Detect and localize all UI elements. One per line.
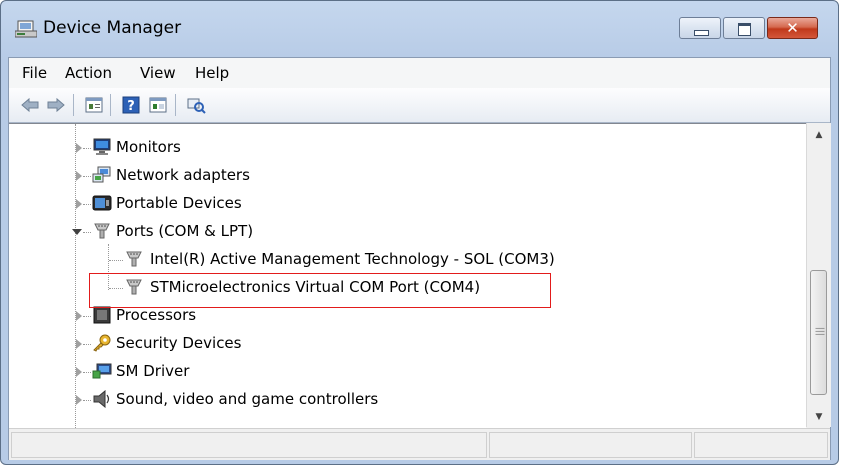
tree-item-label: Security Devices	[116, 334, 242, 352]
maximize-button[interactable]	[723, 17, 765, 39]
tree-item-label: Sound, video and game controllers	[116, 390, 379, 408]
status-pane	[694, 432, 828, 458]
tree-connector-line	[83, 232, 91, 233]
tree-connector-line	[83, 344, 91, 345]
svg-text:?: ?	[127, 99, 135, 114]
tree-item-portable-devices[interactable]: Portable Devices	[9, 190, 806, 218]
toolbar-separator	[73, 94, 74, 116]
expand-arrow-icon[interactable]	[76, 311, 82, 321]
toolbar: ?	[9, 88, 830, 123]
annotation-highlight-box	[89, 273, 551, 308]
expand-arrow-icon[interactable]	[76, 339, 82, 349]
title-bar[interactable]: Device Manager ✕	[1, 1, 838, 51]
close-button[interactable]: ✕	[767, 17, 818, 39]
menu-action[interactable]: Action	[65, 64, 112, 82]
tree-connector-line	[109, 260, 123, 261]
scroll-up-button[interactable]: ▲	[807, 125, 831, 145]
status-pane	[489, 432, 692, 458]
client-area: File Action View Help ? Monitors Network…	[8, 57, 831, 460]
expand-arrow-icon[interactable]	[76, 143, 82, 153]
back-arrow-icon[interactable]	[20, 95, 40, 115]
tree-item-label: SM Driver	[116, 362, 190, 380]
status-bar	[9, 428, 830, 460]
window-title: Device Manager	[43, 18, 182, 38]
menu-view[interactable]: View	[140, 64, 176, 82]
security-key-icon	[93, 334, 111, 352]
minimize-icon	[694, 30, 709, 36]
update-driver-icon[interactable]	[148, 95, 168, 115]
tree-item-label: Ports (COM & LPT)	[116, 222, 254, 240]
tree-item-network-adapters[interactable]: Network adapters	[9, 162, 806, 190]
collapse-arrow-icon[interactable]	[72, 229, 82, 235]
vertical-scrollbar[interactable]: ▲ — — — ▼	[806, 123, 831, 427]
menu-file[interactable]: File	[22, 64, 47, 82]
tree-connector-line	[83, 316, 91, 317]
grip-icon: — — —	[815, 323, 825, 340]
device-manager-icon	[15, 20, 37, 38]
scan-hardware-icon[interactable]	[186, 95, 206, 115]
menu-help[interactable]: Help	[195, 64, 229, 82]
sm-driver-icon	[92, 363, 112, 379]
status-pane	[11, 432, 487, 458]
network-adapter-icon	[92, 166, 111, 183]
tree-item-security-devices[interactable]: Security Devices	[9, 330, 806, 358]
tree-item-label: Processors	[116, 306, 197, 324]
expand-arrow-icon[interactable]	[76, 367, 82, 377]
minimize-button[interactable]	[679, 17, 721, 39]
expand-arrow-icon[interactable]	[76, 199, 82, 209]
toolbar-separator	[175, 94, 176, 116]
tree-item-monitors[interactable]: Monitors	[9, 134, 806, 162]
expand-arrow-icon[interactable]	[76, 171, 82, 181]
properties-icon[interactable]	[84, 95, 104, 115]
tree-item-label: Portable Devices	[116, 194, 242, 212]
tree-item-ports-com-lpt[interactable]: Ports (COM & LPT)	[9, 218, 806, 246]
expand-arrow-icon[interactable]	[76, 395, 82, 405]
portable-device-icon	[92, 195, 112, 211]
forward-arrow-icon[interactable]	[46, 95, 66, 115]
tree-item-intel-amt-sol[interactable]: Intel(R) Active Management Technology - …	[9, 246, 806, 274]
maximize-icon	[738, 23, 751, 36]
tree-connector-line	[83, 176, 91, 177]
toolbar-separator	[110, 94, 111, 116]
tree-item-sm-driver[interactable]: SM Driver	[9, 358, 806, 386]
tree-connector-line	[83, 372, 91, 373]
help-icon[interactable]: ?	[121, 95, 141, 115]
tree-item-sound-video-game[interactable]: Sound, video and game controllers	[9, 386, 806, 414]
tree-item-label: Network adapters	[116, 166, 250, 184]
tree-item-label: Monitors	[116, 138, 181, 156]
tree-item-label: Intel(R) Active Management Technology - …	[150, 250, 555, 268]
port-icon	[94, 223, 110, 239]
processor-icon	[93, 306, 111, 324]
port-icon	[126, 251, 142, 267]
menu-bar: File Action View Help	[9, 58, 830, 89]
scroll-down-button[interactable]: ▼	[807, 407, 831, 427]
close-icon: ✕	[786, 19, 799, 37]
tree-connector-line	[83, 400, 91, 401]
scroll-thumb[interactable]: — — —	[810, 270, 827, 395]
monitor-icon	[93, 138, 111, 155]
speaker-icon	[93, 390, 110, 408]
tree-connector-line	[83, 148, 91, 149]
device-manager-window: Device Manager ✕ File Action View Help ?…	[0, 0, 839, 465]
tree-connector-line	[83, 204, 91, 205]
